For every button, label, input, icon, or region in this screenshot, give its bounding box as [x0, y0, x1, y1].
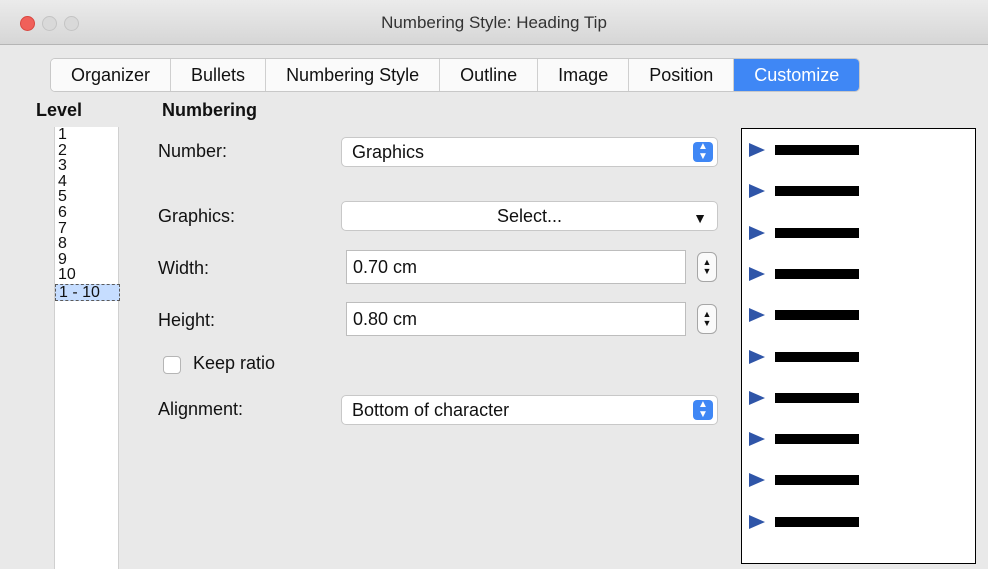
preview-text-bar	[775, 186, 859, 197]
number-select-value: Graphics	[352, 142, 425, 162]
window-title: Numbering Style: Heading Tip	[381, 13, 607, 32]
preview-text-bar	[775, 475, 859, 486]
preview-text-bar	[775, 310, 859, 321]
width-stepper[interactable]: ▲ ▼	[697, 252, 717, 282]
number-label: Number:	[158, 141, 228, 161]
level-item[interactable]: 8	[55, 236, 118, 252]
level-heading: Level	[36, 100, 83, 120]
bullet-arrow-icon	[749, 225, 765, 240]
preview-text-bar	[775, 145, 859, 155]
bullet-arrow-icon	[749, 473, 765, 488]
width-label: Width:	[158, 258, 210, 278]
tab-organizer[interactable]: Organizer	[51, 59, 172, 91]
bullet-arrow-icon	[749, 514, 765, 529]
level-item-selected[interactable]: 1 - 10	[55, 283, 120, 301]
tab-bullets[interactable]: Bullets	[171, 59, 267, 91]
level-item[interactable]: 2	[55, 142, 118, 159]
preview-text-bar	[775, 351, 859, 362]
level-list[interactable]: 1 2 3 4 5 6 7 8 9 10 1 - 10	[54, 127, 120, 569]
height-field[interactable]: 0.80 cm	[346, 302, 686, 336]
preview-text-bar	[775, 434, 859, 445]
tab-customize[interactable]: Customize	[734, 59, 860, 91]
caret-down-icon: ▼	[693, 210, 707, 226]
graphics-select-button[interactable]: Select... ▼	[341, 201, 718, 231]
keep-ratio-checkbox[interactable]	[163, 356, 181, 374]
tab-position[interactable]: Position	[629, 59, 735, 91]
bullet-arrow-icon	[749, 390, 765, 405]
title-bar: Numbering Style: Heading Tip	[0, 0, 988, 45]
tab-outline[interactable]: Outline	[440, 59, 539, 91]
tab-image[interactable]: Image	[538, 59, 630, 91]
height-label: Height:	[158, 310, 216, 330]
graphics-select-label: Select...	[496, 206, 563, 226]
preview-text-bar	[775, 227, 859, 238]
level-item[interactable]: 4	[55, 173, 118, 190]
level-item[interactable]: 5	[55, 189, 118, 205]
number-select[interactable]: Graphics ▲ ▼	[341, 137, 718, 167]
alignment-select-value: Bottom of character	[352, 400, 510, 420]
bullet-arrow-icon	[749, 266, 765, 281]
level-item[interactable]: 7	[55, 220, 118, 237]
numbering-heading: Numbering	[162, 100, 258, 120]
height-stepper[interactable]: ▲ ▼	[697, 304, 717, 334]
width-field[interactable]: 0.70 cm	[346, 250, 686, 284]
bullet-arrow-icon	[749, 432, 765, 447]
keep-ratio-label: Keep ratio	[193, 353, 276, 373]
numbering-preview	[741, 128, 976, 564]
bullet-arrow-icon	[749, 349, 765, 364]
level-item[interactable]: 3	[55, 158, 118, 174]
level-item[interactable]: 1	[55, 127, 118, 143]
bullet-arrow-icon	[749, 308, 765, 323]
graphics-label: Graphics:	[158, 206, 236, 226]
updown-chevron-icon: ▲ ▼	[693, 142, 713, 162]
level-item[interactable]: 6	[55, 205, 118, 221]
tab-numbering-style[interactable]: Numbering Style	[266, 59, 441, 91]
preview-text-bar	[775, 268, 859, 279]
preview-text-bar	[775, 516, 859, 527]
alignment-label: Alignment:	[158, 399, 244, 419]
tab-bar: Organizer Bullets Numbering Style Outlin…	[50, 58, 861, 92]
alignment-select[interactable]: Bottom of character ▲ ▼	[341, 395, 718, 425]
preview-text-bar	[775, 392, 859, 403]
bullet-arrow-icon	[749, 184, 765, 199]
bullet-arrow-icon	[749, 143, 765, 157]
level-item[interactable]: 10	[55, 267, 118, 283]
updown-chevron-icon: ▲ ▼	[693, 400, 713, 420]
level-item[interactable]: 9	[55, 251, 118, 268]
